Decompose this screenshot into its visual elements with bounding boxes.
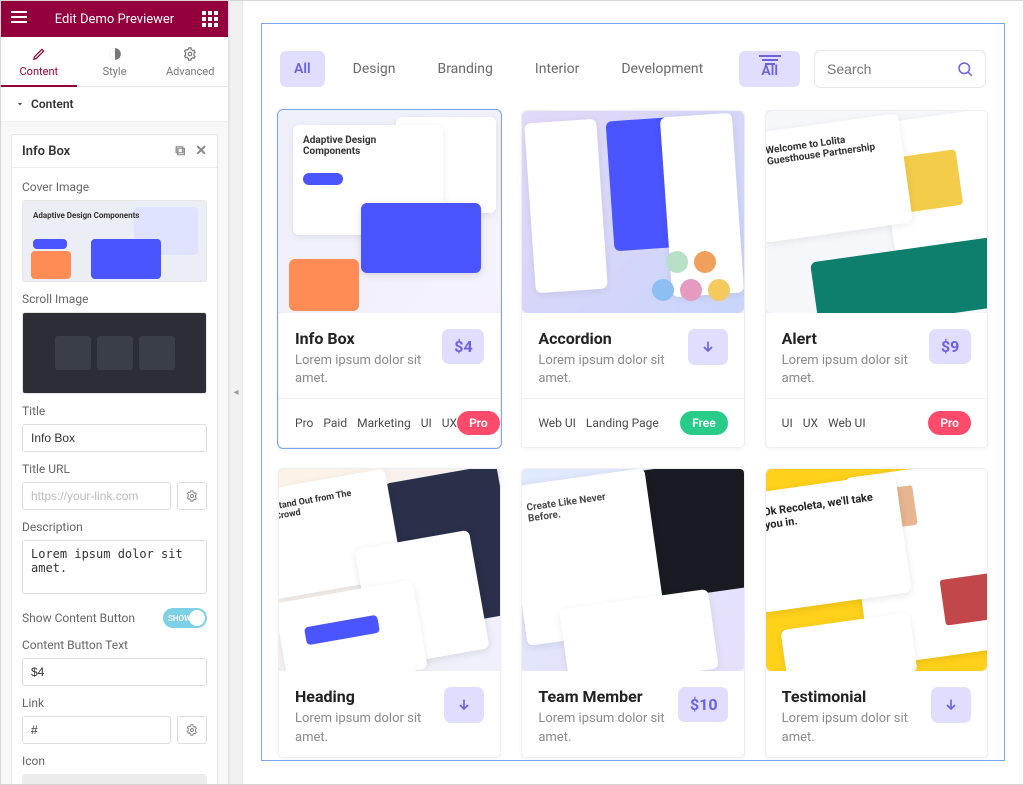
price-pill: $4 [442, 329, 484, 364]
card-desc: Lorem ipsum dolor sit amet. [295, 710, 444, 746]
header-title: Edit Demo Previewer [55, 12, 174, 27]
link-input[interactable] [22, 716, 171, 744]
section-toggle-content[interactable]: Content [1, 87, 228, 122]
demo-card[interactable]: Accordion Lorem ipsum dolor sit amet. Web … [521, 110, 744, 448]
label-show-button: Show Content Button [22, 611, 135, 625]
card-desc: Lorem ipsum dolor sit amet. [538, 352, 687, 388]
card-thumbnail: Adaptive Design Components [279, 111, 500, 313]
card-thumbnail [522, 111, 743, 313]
view-button[interactable] [688, 329, 728, 365]
title-url-input[interactable] [22, 482, 171, 510]
plan-badge: Free [680, 411, 728, 435]
link-options-icon[interactable] [177, 716, 207, 744]
tag: Web UI [828, 416, 866, 430]
close-icon[interactable]: ✕ [195, 143, 207, 159]
apps-icon[interactable] [202, 11, 218, 27]
scroll-image-picker[interactable] [22, 312, 207, 394]
demo-card[interactable]: Ok Recoleta, we'll take you in. Testimoni… [765, 468, 988, 757]
demo-card[interactable]: Adaptive Design Components Info Box Lorem … [278, 110, 501, 448]
label-description: Description [22, 520, 207, 534]
card-desc: Lorem ipsum dolor sit amet. [538, 710, 678, 746]
editor-tabs: Content Style Advanced [1, 37, 228, 87]
widget-card: Info Box ⧉ ✕ Cover Image Adaptive Design… [11, 134, 218, 784]
card-title: Alert [782, 329, 929, 348]
card-thumbnail: Create Like Never Before. [522, 469, 743, 671]
panel-collapse-handle[interactable]: ◂ [229, 1, 243, 784]
filter-interior[interactable]: Interior [521, 51, 593, 87]
view-button[interactable] [444, 687, 484, 723]
filter-dropdown[interactable]: All [739, 51, 800, 87]
filter-icon [762, 59, 778, 61]
label-link: Link [22, 696, 207, 710]
view-button[interactable] [931, 687, 971, 723]
card-title: Info Box [295, 329, 442, 348]
price-pill: $9 [929, 329, 971, 364]
demo-card[interactable]: Create Like Never Before. Team Member Lore… [521, 468, 744, 757]
menu-icon[interactable] [11, 11, 27, 23]
tab-advanced[interactable]: Advanced [152, 37, 228, 86]
card-thumbnail: Ok Recoleta, we'll take you in. [766, 469, 987, 671]
tag: Marketing [357, 416, 411, 430]
duplicate-icon[interactable]: ⧉ [175, 143, 185, 159]
card-thumbnail: Stand Out from The Crowd [279, 469, 500, 671]
card-desc: Lorem ipsum dolor sit amet. [782, 710, 931, 746]
tag: UI [421, 416, 432, 430]
editor-panel: Edit Demo Previewer Content Style Advanc… [1, 1, 229, 784]
card-thumbnail: Welcome to Lolita Guesthouse Partnership [766, 111, 987, 313]
card-title: Team Member [538, 687, 678, 706]
search-icon [956, 60, 974, 78]
button-text-input[interactable] [22, 658, 207, 686]
editor-header: Edit Demo Previewer [1, 1, 228, 37]
tag: UX [442, 416, 457, 430]
widget-name: Info Box [22, 144, 70, 159]
label-cover-image: Cover Image [22, 180, 207, 194]
card-title: Testimonial [782, 687, 931, 706]
label-title: Title [22, 404, 207, 418]
filter-design[interactable]: Design [339, 51, 410, 87]
preview-frame: All Design Branding Interior Development… [261, 23, 1005, 761]
card-title: Heading [295, 687, 444, 706]
tag: Web UI [538, 416, 576, 430]
show-button-toggle[interactable]: SHOW [163, 608, 207, 628]
filter-all[interactable]: All [280, 51, 325, 87]
tag: UI [782, 416, 793, 430]
demo-card[interactable]: Welcome to Lolita Guesthouse Partnership… [765, 110, 988, 448]
price-pill: $10 [678, 687, 728, 722]
tag: Pro [295, 416, 313, 430]
demo-card[interactable]: Stand Out from The Crowd Heading Lorem ips… [278, 468, 501, 757]
tag: UX [803, 416, 818, 430]
filter-development[interactable]: Development [607, 51, 717, 87]
card-desc: Lorem ipsum dolor sit amet. [782, 352, 929, 388]
title-input[interactable] [22, 424, 207, 452]
label-button-text: Content Button Text [22, 638, 207, 652]
tag: Landing Page [586, 416, 659, 430]
label-icon: Icon [22, 754, 207, 768]
icon-picker[interactable] [22, 774, 207, 784]
card-desc: Lorem ipsum dolor sit amet. [295, 352, 442, 388]
tab-content[interactable]: Content [1, 37, 77, 86]
cover-image-picker[interactable]: Adaptive Design Components [22, 200, 207, 282]
url-options-icon[interactable] [177, 482, 207, 510]
label-title-url: Title URL [22, 462, 207, 476]
plan-badge: Pro [928, 411, 971, 435]
label-scroll-image: Scroll Image [22, 292, 207, 306]
plan-badge: Pro [457, 411, 500, 435]
tab-style[interactable]: Style [77, 37, 153, 86]
filter-bar: All Design Branding Interior Development [280, 51, 717, 87]
filter-branding[interactable]: Branding [423, 51, 506, 87]
card-title: Accordion [538, 329, 687, 348]
description-input[interactable]: Lorem ipsum dolor sit amet. [22, 540, 207, 594]
tag: Paid [323, 416, 347, 430]
